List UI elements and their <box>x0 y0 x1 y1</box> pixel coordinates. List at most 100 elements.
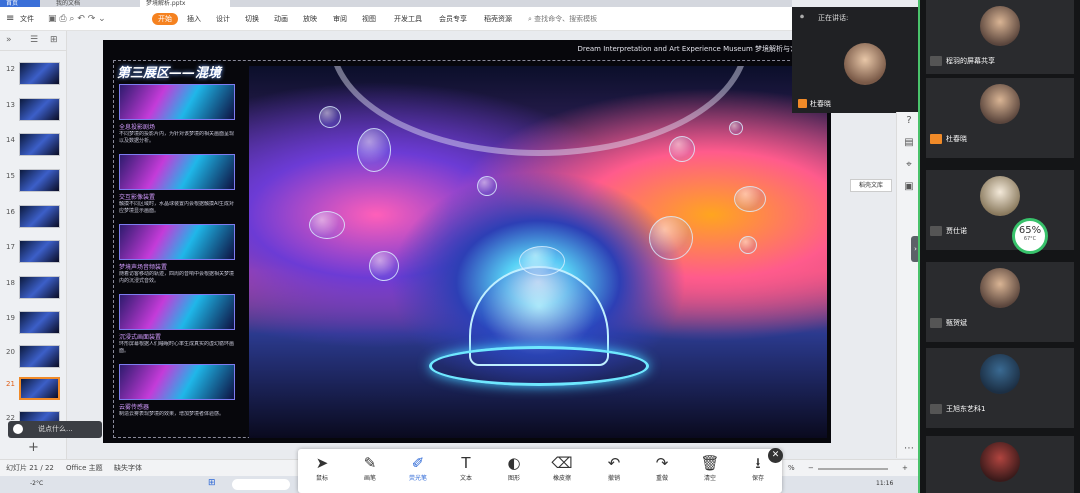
help-icon[interactable]: ? <box>902 114 916 128</box>
quick-access-icons[interactable]: ▣ ⎙ ⌕ ↶ ↷ ⌄ <box>48 13 108 25</box>
feature-desc: 触摸不同区域时，水晶球装置内会根据触摸AI生成对应梦境显示画面。 <box>119 201 234 214</box>
slide-thumb[interactable]: 16 <box>0 205 67 241</box>
slide-thumb[interactable]: 17 <box>0 240 67 276</box>
add-slide-button[interactable]: + <box>28 440 39 455</box>
slide-number: 16 <box>6 208 15 216</box>
speaker-name: 杜春晓 <box>810 100 831 108</box>
slide-thumb[interactable]: 12 <box>0 62 67 98</box>
slide-thumb-image <box>19 311 60 334</box>
participant-card[interactable] <box>926 436 1074 493</box>
slide-number: 21 <box>6 380 15 388</box>
mouse-tool-button[interactable]: ➤ 鼠标 <box>302 453 342 491</box>
weather-temp: -2°C <box>30 480 44 487</box>
file-menu[interactable]: 文件 <box>20 13 34 25</box>
slide-number: 14 <box>6 136 15 144</box>
tab-design[interactable]: 设计 <box>216 13 230 25</box>
mic-icon <box>930 226 942 236</box>
grid-view-icon[interactable]: ⊞ <box>50 35 58 45</box>
comment-input[interactable]: 说点什么... <box>8 421 102 438</box>
command-search[interactable]: ⌕ 查找命令、搜索模板 <box>528 13 628 25</box>
slide-thumb-image <box>19 169 60 192</box>
highlighter-icon: ✐ <box>411 454 425 472</box>
slide-thumb[interactable]: 15 <box>0 169 67 205</box>
tab-home[interactable]: 首页 <box>0 0 40 7</box>
bubble <box>519 246 565 276</box>
tab-active-document[interactable]: 梦境解析.pptx <box>140 0 230 7</box>
tab-review[interactable]: 审阅 <box>333 13 347 25</box>
emoji-icon[interactable] <box>13 424 23 434</box>
tab-documents[interactable]: 我的文档 <box>50 0 110 7</box>
bubble <box>729 121 743 135</box>
tab-start[interactable]: 开始 <box>152 13 178 25</box>
participant-card[interactable]: 程羽的屏幕共享 <box>926 0 1074 74</box>
screen-share-icon <box>930 56 942 66</box>
avatar <box>980 84 1020 124</box>
tab-resources[interactable]: 稻壳资源 <box>484 13 512 25</box>
missing-font[interactable]: 缺失字体 <box>114 460 142 476</box>
participant-card[interactable]: 王旭东艺科1 <box>926 348 1074 428</box>
slide-thumb[interactable]: 20 <box>0 345 67 381</box>
more-icon[interactable]: ⋯ <box>902 442 916 456</box>
participant-card[interactable]: 甄贺斌 <box>926 262 1074 342</box>
slide-thumb-image <box>19 62 60 85</box>
tab-member[interactable]: 会员专享 <box>439 13 467 25</box>
zoom-slider[interactable] <box>818 468 888 470</box>
redo-button[interactable]: ↷ 重做 <box>642 453 682 491</box>
participant-card[interactable]: 杜春晓 <box>926 78 1074 158</box>
tab-transitions[interactable]: 切换 <box>245 13 259 25</box>
undo-button[interactable]: ↶ 撤销 <box>594 453 634 491</box>
mic-icon <box>930 134 942 144</box>
slide-thumb[interactable]: 14 <box>0 133 67 169</box>
tab-devtools[interactable]: 开发工具 <box>394 13 422 25</box>
clear-button[interactable]: 🗑 清空 <box>690 453 730 491</box>
bubble <box>319 106 341 128</box>
tab-insert[interactable]: 插入 <box>187 13 201 25</box>
zoom-percent[interactable]: % <box>788 460 795 476</box>
feature-image <box>119 224 235 260</box>
taskbar-search[interactable] <box>232 479 290 490</box>
zoom-in-icon[interactable]: + <box>902 460 908 476</box>
feature-image <box>119 294 235 330</box>
slide-thumb-image <box>19 276 60 299</box>
feature-title: 云雾传感器 <box>119 404 150 411</box>
slide-number: 13 <box>6 101 15 109</box>
tab-slideshow[interactable]: 放映 <box>303 13 317 25</box>
highlighter-tool-button[interactable]: ✐ 荧光笔 <box>398 453 438 491</box>
zoom-out-icon[interactable]: − <box>808 460 814 476</box>
bubble <box>669 136 695 162</box>
text-tool-button[interactable]: T 文本 <box>446 453 486 491</box>
slide-thumb[interactable]: 18 <box>0 276 67 312</box>
app-window: 首页 我的文档 梦境解析.pptx ≡ 文件 ▣ ⎙ ⌕ ↶ ↷ ⌄ 开始 插入… <box>0 0 1080 493</box>
windows-start-icon[interactable]: ⊞ <box>208 478 216 488</box>
tab-view[interactable]: 视图 <box>362 13 376 25</box>
participant-card[interactable]: 贾仕诺 <box>926 170 1074 250</box>
artwork-glow-ring <box>429 346 649 386</box>
theme-name[interactable]: Office 主题 <box>66 460 103 476</box>
storage-icon[interactable]: ▤ <box>902 136 916 150</box>
feature-image <box>119 84 235 120</box>
feature-desc: 制造云雾表现梦境的效果，增加梦境者体验感。 <box>119 411 225 417</box>
close-icon[interactable]: ✕ <box>768 448 783 463</box>
pen-tool-button[interactable]: ✎ 画笔 <box>350 453 390 491</box>
comment-placeholder: 说点什么... <box>38 425 73 433</box>
slide-number: 15 <box>6 172 15 180</box>
slide-thumb-active[interactable]: 21 <box>0 377 67 413</box>
mic-icon: ⏺ <box>800 12 804 21</box>
bubble <box>734 186 766 212</box>
location-icon[interactable]: ⌖ <box>902 158 916 172</box>
eraser-tool-button[interactable]: ⌫ 橡皮擦 <box>542 453 582 491</box>
speaker-mic-icon <box>798 99 807 108</box>
shape-tool-button[interactable]: ◐ 图形 <box>494 453 534 491</box>
slide-thumb[interactable]: 19 <box>0 311 67 347</box>
collapse-panel-icon[interactable]: » <box>6 35 12 45</box>
slide-thumb[interactable]: 13 <box>0 98 67 134</box>
speaker-label: 正在讲话: <box>818 14 849 22</box>
list-view-icon[interactable]: ☰ <box>30 35 38 45</box>
slide-number: 12 <box>6 65 15 73</box>
slide-thumb-image <box>19 345 60 368</box>
library-icon[interactable]: ▣ <box>902 180 916 194</box>
feature-title: 沉浸式画面装置 <box>119 334 162 341</box>
search-placeholder: 查找命令、搜索模板 <box>534 15 598 23</box>
tab-animation[interactable]: 动画 <box>274 13 288 25</box>
menu-icon[interactable]: ≡ <box>6 13 14 25</box>
